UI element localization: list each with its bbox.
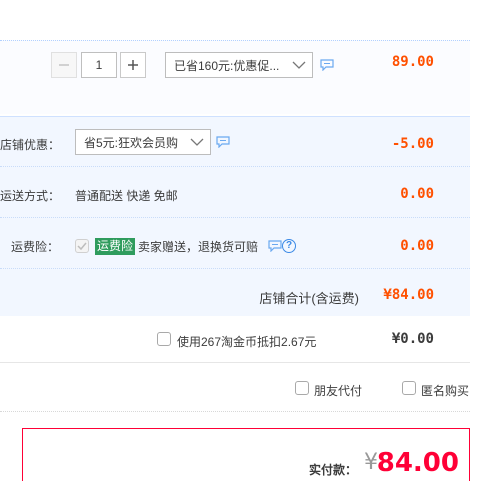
coin-label: 使用267淘金币抵扣2.67元 (177, 335, 317, 349)
shop-total-label: 店铺合计(含运费) (259, 291, 359, 306)
payment-summary: 实付款： ¥ 84.00 (22, 428, 470, 481)
shipping-value: 0.00 (400, 186, 434, 202)
coin-row: 使用267淘金币抵扣2.67元 ¥0.00 (0, 317, 470, 363)
promo-select-value: 已省160元:优惠促... (174, 58, 280, 73)
shipping-method: 普通配送 快递 免邮 (75, 189, 178, 203)
payment-amount: 84.00 (376, 448, 459, 478)
shop-discount-label: 店铺优惠： (0, 138, 61, 152)
shop-discount-select[interactable]: 省5元:狂欢会员购 (75, 129, 211, 155)
decrease-button[interactable] (51, 52, 77, 78)
shop-discount-select-value: 省5元:狂欢会员购 (84, 135, 179, 150)
increase-button[interactable] (120, 52, 146, 78)
item-row: 已省160元:优惠促... 89.00 (0, 40, 470, 114)
promo-select[interactable]: 已省160元:优惠促... (165, 52, 313, 78)
payment-label: 实付款： (308, 463, 357, 477)
shipping-label: 运送方式： (0, 189, 61, 203)
comment-icon[interactable] (216, 136, 230, 148)
insurance-value: 0.00 (400, 238, 434, 254)
coin-checkbox[interactable] (157, 332, 171, 346)
minus-icon (59, 64, 69, 66)
friend-pay-checkbox[interactable] (295, 381, 309, 395)
insurance-badge: 运费险 (95, 238, 136, 255)
chevron-down-icon (190, 138, 204, 146)
shop-discount-value: -5.00 (391, 136, 434, 152)
item-price: 89.00 (391, 54, 434, 70)
chevron-down-icon (292, 61, 306, 69)
shipping-row: 运送方式： 普通配送 快递 免邮 0.00 (0, 168, 470, 218)
insurance-text: 卖家赠送，退换货可赔 (138, 240, 259, 254)
options-row: 朋友代付 匿名购买 (0, 364, 470, 412)
quantity-stepper (51, 52, 146, 78)
insurance-row: 运费险： 运费险 卖家赠送，退换货可赔 ? 0.00 (0, 219, 470, 269)
help-icon[interactable]: ? (282, 239, 296, 253)
shop-total-row: 店铺合计(含运费) ¥84.00 (0, 270, 470, 317)
anonymous-checkbox[interactable] (402, 381, 416, 395)
coin-value: ¥0.00 (391, 331, 434, 347)
shop-discount-row: 店铺优惠： 省5元:狂欢会员购 -5.00 (0, 117, 470, 167)
friend-pay-label: 朋友代付 (314, 384, 363, 398)
plus-icon (128, 60, 138, 70)
shop-section: 店铺优惠： 省5元:狂欢会员购 -5.00 运送方式： 普通配送 快递 免邮 0… (0, 116, 470, 316)
comment-icon[interactable] (320, 59, 334, 71)
comment-icon[interactable] (268, 240, 282, 252)
shop-total-value: ¥84.00 (383, 287, 434, 303)
check-icon (77, 242, 87, 251)
insurance-checkbox[interactable] (75, 239, 89, 253)
quantity-input[interactable] (81, 52, 117, 78)
insurance-label: 运费险： (11, 240, 60, 254)
anonymous-label: 匿名购买 (421, 384, 470, 398)
